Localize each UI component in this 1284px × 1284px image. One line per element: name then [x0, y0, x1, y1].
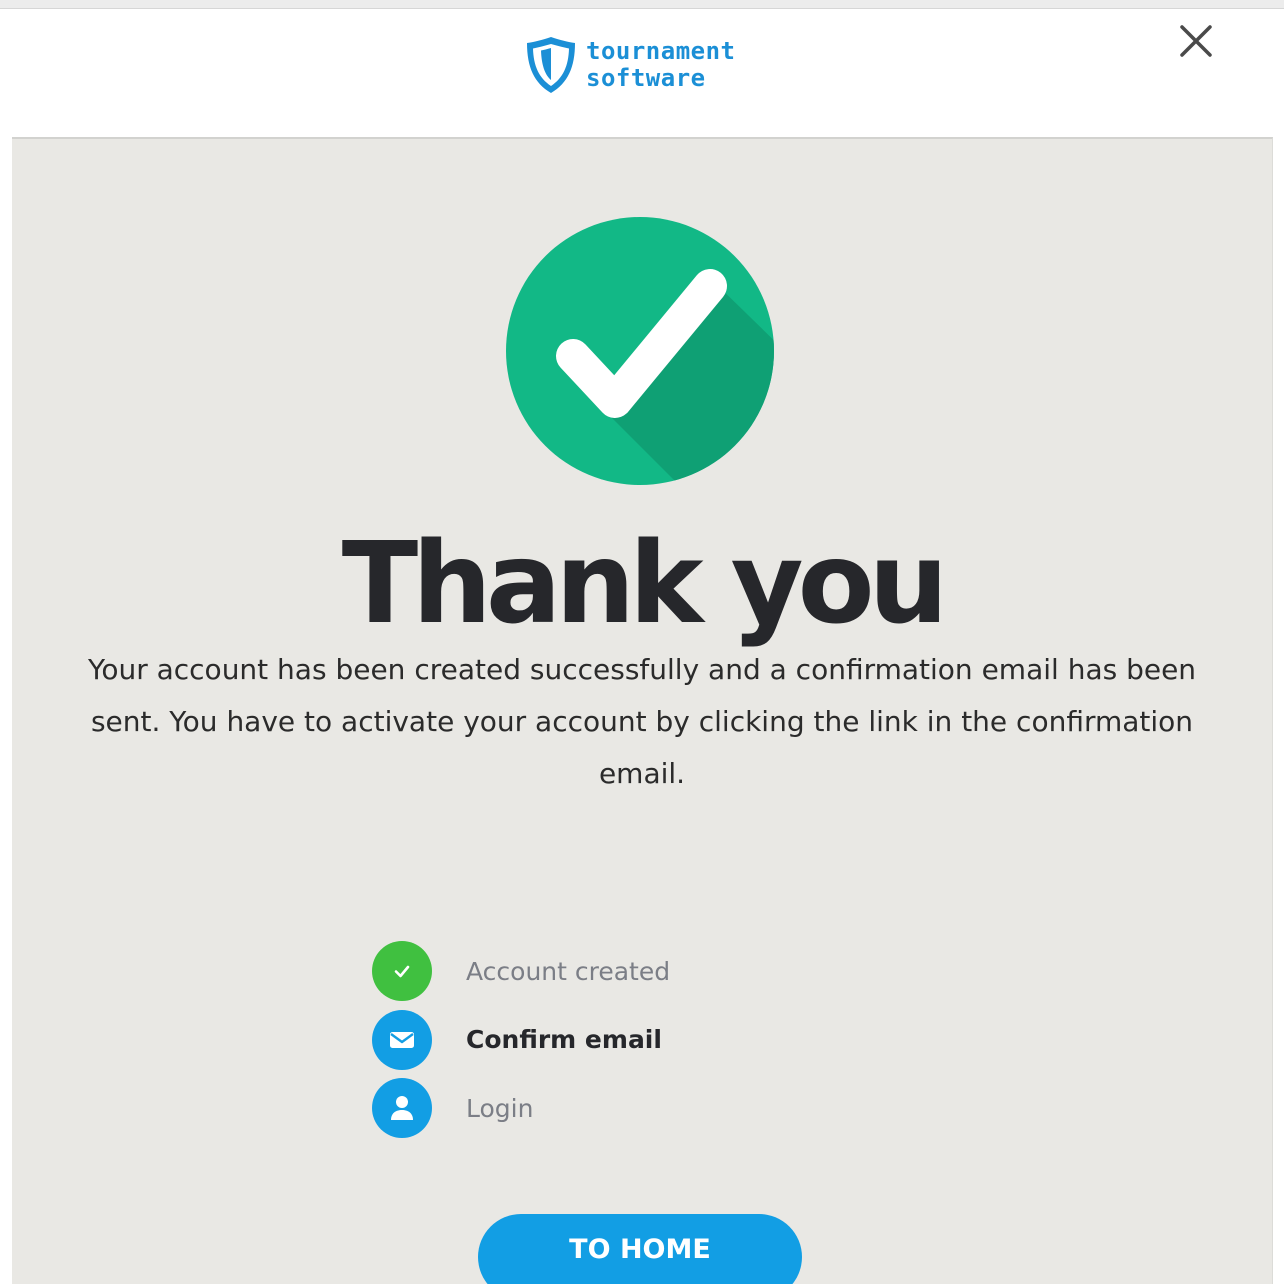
success-badge	[505, 216, 775, 486]
header: tournament software	[0, 9, 1284, 137]
step-label: Account created	[466, 956, 671, 986]
user-icon	[372, 1078, 432, 1139]
envelope-icon	[372, 1009, 432, 1070]
step-label: Confirm email	[466, 1025, 662, 1055]
main-panel: Thank you Your account has been created …	[12, 137, 1273, 1284]
check-icon	[372, 941, 432, 1002]
to-home-button[interactable]: TO HOME	[478, 1214, 802, 1284]
logo[interactable]: tournament software	[524, 35, 736, 95]
close-icon	[1180, 25, 1212, 57]
confirmation-message: Your account has been created successful…	[87, 653, 1197, 790]
logo-text-line1: tournament	[586, 37, 736, 65]
step-label: Login	[466, 1093, 534, 1123]
close-button[interactable]	[1176, 21, 1216, 61]
page-title: Thank you	[341, 519, 949, 649]
step-login: Login	[372, 1074, 872, 1143]
logo-text-line2: software	[586, 64, 706, 92]
success-check-icon	[506, 217, 774, 485]
step-confirm-email: Confirm email	[372, 1006, 872, 1075]
page: tournament software Thank you Your accou…	[0, 0, 1284, 1284]
shield-icon	[527, 37, 575, 93]
top-border	[0, 0, 1284, 9]
step-account-created: Account created	[372, 937, 872, 1006]
progress-steps: Account created Confirm email Login	[372, 937, 872, 1143]
